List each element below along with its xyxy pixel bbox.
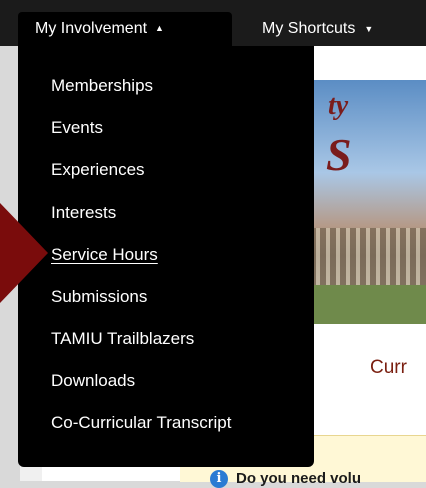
top-navbar: My Involvement ▲ My Shortcuts ▼ bbox=[0, 0, 426, 46]
menu-item-events[interactable]: Events bbox=[51, 118, 103, 138]
caret-up-icon: ▲ bbox=[155, 23, 164, 33]
nav-my-shortcuts[interactable]: My Shortcuts ▼ bbox=[262, 12, 373, 46]
menu-item-experiences[interactable]: Experiences bbox=[51, 160, 145, 180]
menu-item-tamiu-trailblazers[interactable]: TAMIU Trailblazers bbox=[51, 329, 194, 349]
menu-item-co-curricular-transcript[interactable]: Co-Curricular Transcript bbox=[51, 413, 231, 433]
involvement-dropdown-menu: Memberships Events Experiences Interests… bbox=[18, 46, 314, 467]
nav-my-shortcuts-label: My Shortcuts bbox=[262, 20, 356, 37]
menu-item-interests[interactable]: Interests bbox=[51, 203, 116, 223]
nav-my-involvement-label: My Involvement bbox=[35, 20, 148, 37]
caret-down-icon: ▼ bbox=[364, 24, 374, 34]
menu-item-service-hours[interactable]: Service Hours bbox=[51, 245, 158, 265]
info-icon: i bbox=[210, 470, 228, 488]
page-subtitle: Curr bbox=[370, 357, 407, 378]
menu-item-submissions[interactable]: Submissions bbox=[51, 287, 147, 307]
banner-text-2: S bbox=[326, 129, 352, 180]
nav-my-involvement[interactable]: My Involvement ▲ bbox=[18, 12, 232, 46]
annotation-arrow-icon bbox=[0, 203, 48, 303]
banner-text-1: ty bbox=[328, 90, 349, 121]
notice-text: Do you need volu bbox=[236, 470, 362, 487]
menu-item-memberships[interactable]: Memberships bbox=[51, 76, 153, 96]
menu-item-downloads[interactable]: Downloads bbox=[51, 371, 135, 391]
